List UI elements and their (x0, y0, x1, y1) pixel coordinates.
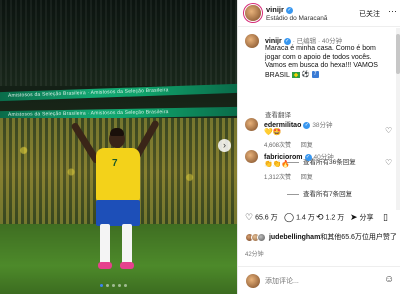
comment-composer: ☺ (238, 266, 400, 294)
stadium-stands-top (0, 0, 237, 86)
share-count: 1.2 万 (325, 214, 345, 222)
caption-username[interactable]: vinijr (265, 38, 282, 45)
heart-icon: ♡ (245, 212, 254, 222)
post-side-panel: vinijr ✓ Estádio do Maracanã 已关注 ··· vini… (237, 0, 400, 294)
more-options-icon[interactable]: ··· (388, 6, 397, 16)
carousel-next-button[interactable]: › (218, 139, 231, 152)
view-replies-link[interactable]: 查看所有7条回复 (287, 188, 352, 198)
comment-icon: ◯ (284, 212, 295, 222)
verified-badge-icon: ✓ (285, 6, 293, 14)
comment-body: 👏👏🔥 (264, 161, 291, 168)
post-location[interactable]: Estádio do Maracanã (266, 15, 327, 22)
post-timestamp: 42分钟 (245, 252, 264, 258)
comment-meta: 4,608次赞 回复 (264, 140, 321, 149)
share-button[interactable]: ➤ 分享 (350, 212, 374, 223)
verified-badge-icon: ✓ (283, 37, 291, 45)
commenter-avatar[interactable] (245, 118, 258, 131)
post-action-bar: ♡ 65.6 万 ◯ 1.4 万 ⟲ 1.2 万 ➤ 分享 ▯ (238, 210, 400, 228)
comment-button[interactable]: ◯ 1.4 万 (284, 212, 315, 223)
soccer-ball-icon: ⚽ (301, 70, 310, 78)
liker-username[interactable]: judebellingham (269, 234, 320, 241)
comment-like-count[interactable]: 4,608次赞 (264, 143, 291, 149)
bookmark-button[interactable]: ▯ (383, 212, 390, 223)
comment-count: 1.4 万 (296, 214, 315, 222)
comment-input[interactable] (265, 276, 365, 287)
comment-reply-button[interactable]: 回复 (301, 175, 313, 181)
send-icon: ➤ (350, 212, 358, 222)
caption-header: vinijr ✓ · 已编辑 · 40分钟 (265, 35, 342, 45)
emoji-icon[interactable]: ☺ (384, 274, 394, 285)
scrollbar-thumb[interactable] (396, 34, 400, 74)
liker-avatars (245, 232, 267, 242)
post-header: vinijr ✓ Estádio do Maracanã 已关注 ··· (238, 0, 400, 27)
flag-blue-icon: 7 (311, 71, 319, 79)
bookmark-icon: ▯ (383, 212, 388, 222)
repost-button[interactable]: ⟲ 1.2 万 (316, 212, 344, 223)
like-count: 65.6 万 (255, 214, 278, 222)
carousel-dot-active (100, 284, 103, 287)
comment-like-count[interactable]: 1,312次赞 (264, 175, 291, 181)
author-username[interactable]: vinijr ✓ (266, 5, 293, 14)
player-right-sock (122, 224, 132, 264)
comment-body: 💛🤩 (264, 129, 282, 136)
carousel-dot (124, 284, 127, 287)
comment-heart-icon[interactable]: ♡ (385, 158, 392, 167)
comment-heart-icon[interactable]: ♡ (385, 126, 392, 135)
instagram-post-modal: Amistosos da Seleção Brasileira · Amisto… (0, 0, 400, 294)
likes-summary[interactable]: judebellingham和其他65.6万位用户赞了 (245, 232, 399, 242)
player-hair (110, 128, 124, 136)
verified-badge-icon: ✓ (304, 153, 312, 161)
see-translation-link[interactable]: 查看翻译 (265, 109, 291, 119)
carousel-dot (112, 284, 115, 287)
author-username-text[interactable]: vinijr (266, 5, 284, 14)
current-user-avatar (246, 274, 260, 288)
caption-body: Maraca é minha casa. Como é bom jogar co… (265, 45, 378, 79)
verified-badge-icon: ✓ (303, 121, 311, 129)
carousel-dot (118, 284, 121, 287)
carousel-dots (100, 284, 127, 287)
commenter-avatar[interactable] (245, 150, 258, 163)
repost-icon: ⟲ (316, 212, 324, 222)
post-photo[interactable]: Amistosos da Seleção Brasileira · Amisto… (0, 0, 237, 294)
player-left-boot (98, 262, 112, 269)
caption-avatar[interactable] (245, 34, 259, 48)
led-banner-upper: Amistosos da Seleção Brasileira · Amisto… (0, 83, 237, 102)
like-button[interactable]: ♡ 65.6 万 (245, 212, 278, 223)
likes-suffix: 和其他65.6万位用户赞了 (320, 234, 397, 241)
carousel-dot (106, 284, 109, 287)
player-shorts (96, 200, 140, 226)
player-left-sock (100, 224, 110, 264)
player-right-boot (120, 262, 134, 269)
jersey-number: 7 (112, 158, 118, 169)
comment-meta: 1,312次赞 回复 (264, 172, 321, 181)
comment-time: 40分钟 (313, 154, 334, 161)
author-avatar[interactable] (245, 5, 261, 21)
player-jersey: 7 (96, 148, 140, 202)
comment-reply-button[interactable]: 回复 (301, 143, 313, 149)
comments-feed[interactable]: vinijr ✓ · 已编辑 · 40分钟 Maraca é minha casa… (238, 28, 396, 210)
caption-edited-time: · 已编辑 · 40分钟 (292, 38, 343, 45)
caption-text: Maraca é minha casa. Como é bom jogar co… (265, 45, 393, 80)
brazil-flag-icon (291, 71, 300, 78)
following-button[interactable]: 已关注 (359, 9, 380, 19)
comment-time: 38分钟 (312, 122, 333, 129)
share-label: 分享 (359, 214, 374, 222)
comments-scrollbar[interactable] (396, 28, 400, 210)
player-figure: 7 (70, 118, 170, 288)
